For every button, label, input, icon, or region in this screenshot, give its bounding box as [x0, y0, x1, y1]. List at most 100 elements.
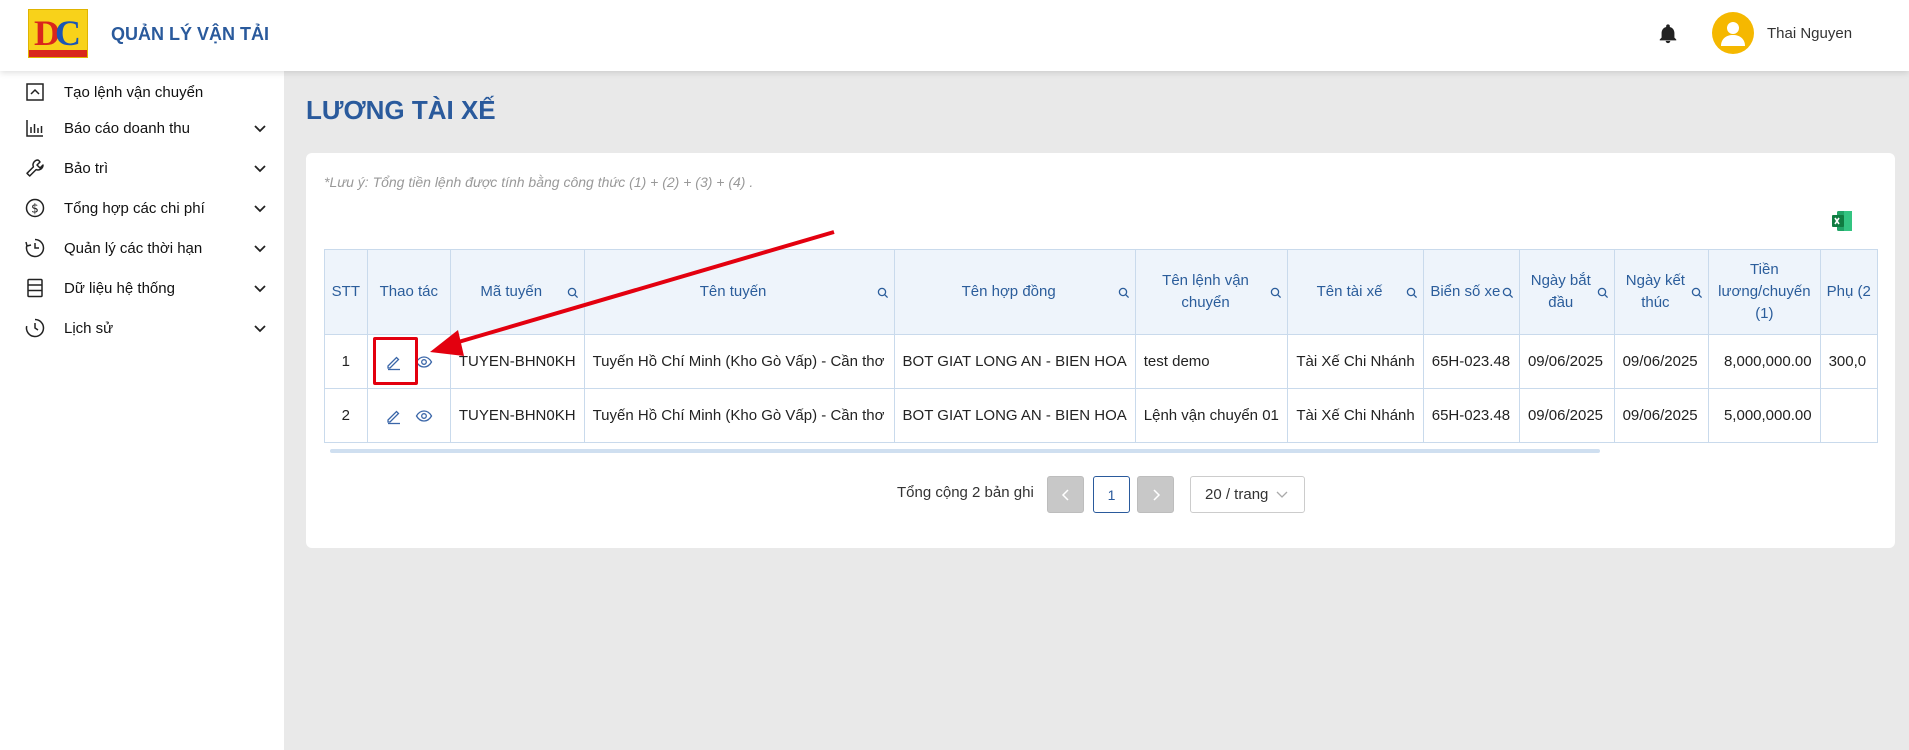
col-header-label: Mã tuyến [480, 283, 543, 300]
chevron-down-icon [254, 285, 266, 293]
user-icon [1721, 22, 1745, 46]
cell-allowance [1819, 388, 1878, 443]
cell-order-name: Lệnh vận chuyển 01 [1134, 388, 1289, 443]
avatar[interactable] [1712, 12, 1754, 54]
col-header-label: Tên tuyến [699, 283, 767, 300]
sidebar-item-revenue-report[interactable]: Báo cáo doanh thu [0, 111, 284, 145]
chevron-down-icon [1276, 491, 1288, 498]
search-icon[interactable] [567, 287, 579, 299]
search-icon[interactable] [1406, 287, 1418, 299]
total-records: Tổng cộng 2 bản ghi [897, 484, 1034, 501]
sidebar-item-label: Tạo lệnh vận chuyển [64, 83, 204, 101]
sidebar-item-label: Báo cáo doanh thu [64, 119, 190, 137]
sidebar-item-system-data[interactable]: Dữ liệu hệ thống [0, 271, 284, 305]
edit-icon[interactable] [385, 407, 403, 425]
table-row: 1 TUYEN-BHN0KH Tuyến Hồ Chí Minh (Kho Gò… [324, 334, 1878, 389]
table-row: 2 TUYEN-BHN0KH Tuyến Hồ Chí Minh (Kho Gò… [324, 388, 1878, 443]
chevron-down-icon [254, 165, 266, 173]
cell-driver-name: Tài Xế Chi Nhánh [1287, 334, 1424, 389]
username[interactable]: Thai Nguyen [1767, 25, 1852, 42]
col-header[interactable]: Ngày kết thúc [1613, 249, 1710, 335]
cell-stt: 2 [324, 388, 368, 443]
cell-contract-name: BOT GIAT LONG AN - BIEN HOA [893, 334, 1136, 389]
search-icon[interactable] [1118, 287, 1130, 299]
annotation-highlight-box [373, 337, 418, 385]
page-number-button[interactable]: 1 [1093, 476, 1130, 513]
app-header: D C QUẢN LÝ VẬN TẢI Thai Nguyen [0, 0, 1909, 71]
col-header: STT [324, 249, 368, 335]
cell-start-date: 09/06/2025 [1518, 388, 1615, 443]
chevron-down-icon [254, 245, 266, 253]
logo[interactable]: D C [28, 9, 88, 58]
cell-route-code: TUYEN-BHN0KH [449, 334, 585, 389]
cell-start-date: 09/06/2025 [1518, 334, 1615, 389]
col-header[interactable]: Tên lệnh vận chuyển [1134, 249, 1289, 335]
app-title: QUẢN LÝ VẬN TẢI [111, 24, 270, 44]
history-icon [25, 318, 45, 338]
sidebar: Tạo lệnh vận chuyển Báo cáo doanh thu Bả… [0, 71, 284, 750]
col-header[interactable]: Mã tuyến [449, 249, 585, 335]
search-icon[interactable] [1270, 287, 1282, 299]
cell-driver-name: Tài Xế Chi Nhánh [1287, 388, 1424, 443]
formula-note: *Lưu ý: Tổng tiền lệnh được tính bằng cô… [324, 174, 754, 190]
col-header-label: Tên lệnh vận chuyển [1162, 272, 1249, 311]
prev-page-button[interactable] [1047, 476, 1084, 513]
logo-strip [29, 50, 87, 57]
col-header-label: Ngày kết thúc [1625, 272, 1685, 311]
cell-salary: 5,000,000.00 [1708, 388, 1821, 443]
database-icon [27, 278, 43, 298]
sidebar-item-label: Tổng hợp các chi phí [64, 199, 205, 217]
horizontal-scrollbar[interactable] [330, 449, 1600, 453]
sidebar-item-create-order[interactable]: Tạo lệnh vận chuyển [0, 75, 284, 109]
view-icon[interactable] [415, 407, 433, 425]
sidebar-item-deadlines[interactable]: Quản lý các thời hạn [0, 231, 284, 265]
sidebar-item-label: Lịch sử [64, 319, 114, 337]
svg-text:$: $ [31, 202, 39, 216]
chevron-down-icon [254, 125, 266, 133]
wrench-icon [26, 159, 44, 177]
page-size-select[interactable]: 20 / trang [1190, 476, 1305, 513]
search-icon[interactable] [1691, 287, 1703, 299]
col-header[interactable]: Tên hợp đồng [893, 249, 1136, 335]
col-header[interactable]: Ngày bắt đầu [1518, 249, 1615, 335]
col-header[interactable]: Biển số xe [1422, 249, 1520, 335]
logo-letter-d: D [34, 13, 60, 53]
cell-order-name: test demo [1134, 334, 1289, 389]
sidebar-item-history[interactable]: Lịch sử [0, 311, 284, 345]
chevron-right-icon [1152, 488, 1160, 501]
bell-icon[interactable] [1657, 22, 1679, 46]
page-title: LƯƠNG TÀI XẾ [306, 95, 496, 125]
sidebar-item-label: Dữ liệu hệ thống [64, 279, 175, 297]
col-header-label: Biển số xe [1430, 283, 1501, 300]
search-icon[interactable] [877, 287, 889, 299]
col-header[interactable]: Tên tuyến [583, 249, 895, 335]
logo-letter-c: C [55, 13, 81, 53]
col-header[interactable]: Tên tài xế [1287, 249, 1424, 335]
col-header-label: Ngày bắt đầu [1530, 272, 1591, 311]
salary-table: STT Thao tác Mã tuyến Tên tuyến Tên hợp … [324, 249, 1878, 447]
col-header: Tiền lương/chuyến (1) [1708, 249, 1821, 335]
table-header-row: STT Thao tác Mã tuyến Tên tuyến Tên hợp … [324, 249, 1878, 335]
cell-contract-name: BOT GIAT LONG AN - BIEN HOA [893, 388, 1136, 443]
cell-plate: 65H-023.48 [1422, 334, 1520, 389]
dollar-icon: $ [25, 198, 45, 218]
cell-stt: 1 [324, 334, 368, 389]
chevron-down-icon [254, 325, 266, 333]
cell-actions [366, 388, 451, 443]
cell-end-date: 09/06/2025 [1613, 334, 1710, 389]
next-page-button[interactable] [1137, 476, 1174, 513]
search-icon[interactable] [1502, 287, 1514, 299]
cell-route-name: Tuyến Hồ Chí Minh (Kho Gò Vấp) - Cần thơ [583, 334, 895, 389]
cell-salary: 8,000,000.00 [1708, 334, 1821, 389]
col-header-label: Tên hợp đồng [961, 283, 1056, 300]
sidebar-item-costs[interactable]: $ Tổng hợp các chi phí [0, 191, 284, 225]
cell-route-code: TUYEN-BHN0KH [449, 388, 585, 443]
sidebar-item-label: Bảo trì [64, 159, 109, 177]
excel-export-icon[interactable] [1830, 209, 1854, 233]
col-header: Phụ (2 [1819, 249, 1878, 335]
cell-route-name: Tuyến Hồ Chí Minh (Kho Gò Vấp) - Cần thơ [583, 388, 895, 443]
chevron-left-icon [1061, 488, 1069, 501]
sidebar-item-maintenance[interactable]: Bảo trì [0, 151, 284, 185]
cell-plate: 65H-023.48 [1422, 388, 1520, 443]
search-icon[interactable] [1597, 287, 1609, 299]
